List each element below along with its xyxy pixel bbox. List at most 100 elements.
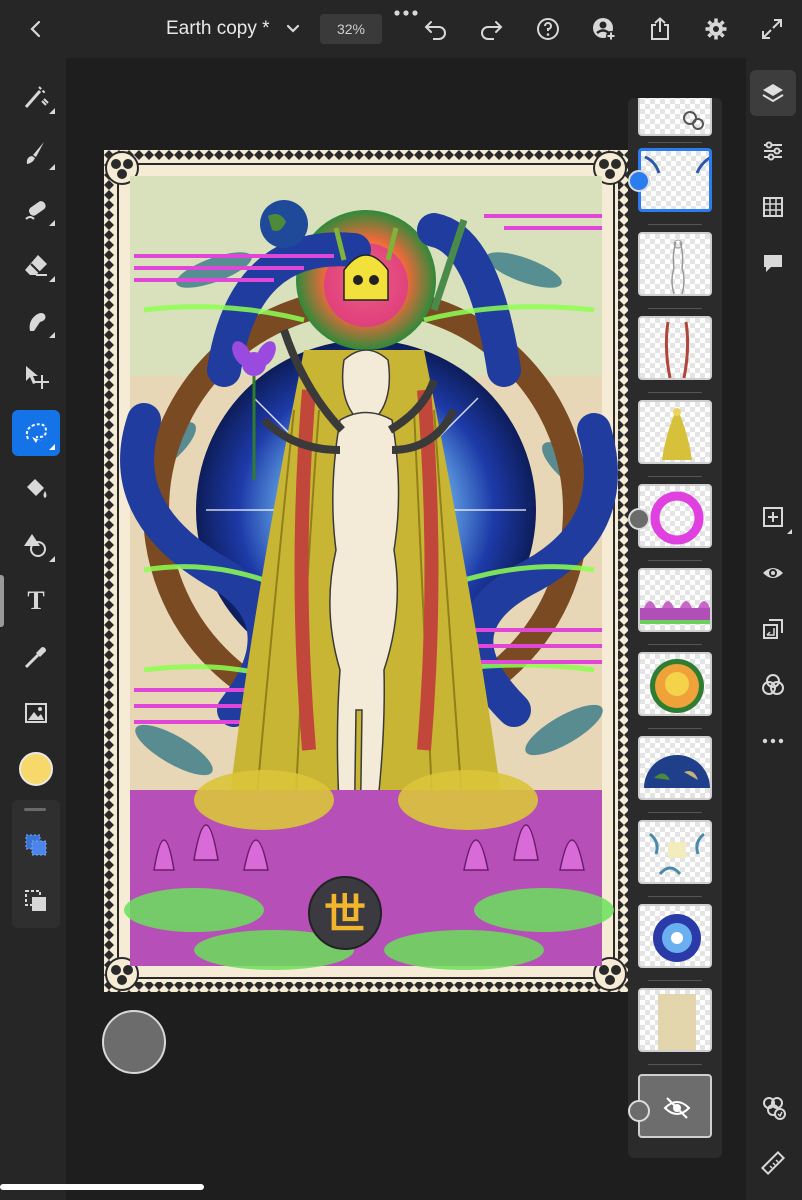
- healing-brush-icon: [25, 201, 46, 220]
- artwork-canvas[interactable]: 世: [104, 150, 628, 992]
- comments-button[interactable]: [750, 240, 796, 286]
- cloud-sync-button[interactable]: [750, 1084, 796, 1130]
- white-shapes-thumbnail: [683, 111, 704, 130]
- document-title[interactable]: Earth copy *: [166, 18, 270, 40]
- add-layer-button[interactable]: [750, 494, 796, 540]
- earth-half-thumbnail: [644, 755, 710, 788]
- more-button[interactable]: [750, 718, 796, 764]
- artwork-illustration: 世: [104, 150, 628, 992]
- place-image-tool[interactable]: [12, 690, 60, 736]
- undo-button[interactable]: [418, 12, 454, 46]
- select-layer-content-tool[interactable]: [12, 822, 60, 868]
- eyedropper-tool[interactable]: [12, 634, 60, 680]
- magic-brush-icon: [24, 86, 49, 108]
- sliders-icon: [764, 141, 782, 161]
- add-layer-icon: [763, 507, 783, 527]
- grid-icon: [763, 197, 783, 217]
- move-tool[interactable]: [12, 354, 60, 400]
- layer-thumb-paper-texture[interactable]: [638, 988, 712, 1052]
- smudge-tool[interactable]: [12, 298, 60, 344]
- cloud-sync-icon: [763, 1097, 786, 1120]
- lasso-tool[interactable]: [12, 410, 60, 456]
- ellipsis-icon: [762, 738, 784, 744]
- settings-button[interactable]: [698, 12, 734, 46]
- dashed-selection-icon: [25, 890, 46, 911]
- eye-icon: [763, 568, 783, 578]
- yellow-figure-thumbnail: [662, 408, 692, 460]
- layer-thumb-legs[interactable]: [638, 316, 712, 380]
- layer-grip-pink-ring[interactable]: [628, 508, 650, 530]
- lotus-row-thumbnail: [640, 601, 710, 624]
- layers-panel: [628, 98, 722, 1158]
- sun-circle-thumbnail: [650, 659, 704, 713]
- right-toolbar: [746, 58, 802, 1200]
- layers-button[interactable]: [750, 70, 796, 116]
- comment-icon: [764, 255, 782, 272]
- transform-selection-tool[interactable]: [12, 878, 60, 924]
- layer-selection-icon: [25, 834, 47, 856]
- help-button[interactable]: [530, 12, 566, 46]
- share-button[interactable]: [642, 12, 678, 46]
- layers-icon: [762, 84, 784, 103]
- merge-icon: [763, 619, 783, 639]
- share-icon: [651, 17, 669, 40]
- lasso-icon: [25, 423, 48, 443]
- shape-icon: [24, 534, 46, 557]
- paper-thumbnail: [658, 994, 696, 1050]
- figure-sketch-thumbnail: [671, 239, 685, 294]
- shape-tool[interactable]: [12, 522, 60, 568]
- type-icon: T: [27, 586, 45, 615]
- layer-thumb-lotus-row[interactable]: [638, 568, 712, 632]
- chevron-left-icon: [30, 20, 41, 38]
- fill-tool[interactable]: [12, 466, 60, 512]
- measure-button[interactable]: [750, 1140, 796, 1186]
- layer-thumb-foliage[interactable]: [638, 820, 712, 884]
- layer-grip-hidden-background[interactable]: [628, 1100, 650, 1122]
- brush-tool[interactable]: [12, 130, 60, 176]
- healing-tool[interactable]: [12, 186, 60, 232]
- grid-button[interactable]: [750, 184, 796, 230]
- blend-mode-button[interactable]: [750, 662, 796, 708]
- redo-icon: [481, 21, 503, 40]
- merge-down-button[interactable]: [750, 606, 796, 652]
- adjustments-button[interactable]: [750, 128, 796, 174]
- top-bar: Earth copy * 32%: [0, 0, 802, 58]
- blend-icon: [762, 674, 784, 695]
- toolbar-grip[interactable]: [24, 808, 46, 811]
- type-tool[interactable]: T: [12, 578, 60, 624]
- layer-thumb-top-partial[interactable]: [638, 98, 712, 136]
- smudge-icon: [29, 313, 46, 331]
- invite-button[interactable]: [586, 12, 622, 46]
- home-indicator: [0, 1184, 204, 1190]
- panel-edge-handle[interactable]: [0, 575, 4, 627]
- back-button[interactable]: [18, 12, 54, 46]
- layer-thumb-yellow-figure[interactable]: [638, 400, 712, 464]
- pink-ring-thumbnail: [650, 491, 704, 545]
- help-icon: [537, 18, 559, 40]
- layer-thumb-earth[interactable]: [638, 736, 712, 800]
- layer-thumb-blue-mandala[interactable]: [638, 904, 712, 968]
- gear-icon: [705, 18, 727, 40]
- eraser-tool[interactable]: [12, 242, 60, 288]
- select-subject-tool[interactable]: [12, 74, 60, 120]
- kanji-medallion: 世: [324, 890, 366, 939]
- ruler-icon: [760, 1150, 786, 1176]
- invite-person-icon: [593, 18, 616, 41]
- fullscreen-button[interactable]: [754, 12, 790, 46]
- redo-button[interactable]: [473, 12, 509, 46]
- eraser-icon: [25, 255, 47, 276]
- zoom-level[interactable]: 32%: [320, 14, 382, 44]
- red-legs-thumbnail: [664, 321, 690, 378]
- layer-thumb-figure-lineart[interactable]: [638, 232, 712, 296]
- move-icon: [26, 366, 49, 389]
- title-dropdown-button[interactable]: [275, 12, 311, 46]
- selected-layer-grip[interactable]: [628, 170, 650, 192]
- layer-thumb-sun[interactable]: [638, 652, 712, 716]
- touch-modifier-button[interactable]: [102, 1010, 166, 1074]
- ellipsis-icon[interactable]: [392, 6, 420, 20]
- blue-mandala-thumbnail: [653, 914, 701, 962]
- eye-off-icon[interactable]: [640, 1076, 712, 1138]
- visibility-button[interactable]: [750, 550, 796, 596]
- image-icon: [25, 703, 47, 723]
- foreground-color-swatch[interactable]: [19, 752, 53, 786]
